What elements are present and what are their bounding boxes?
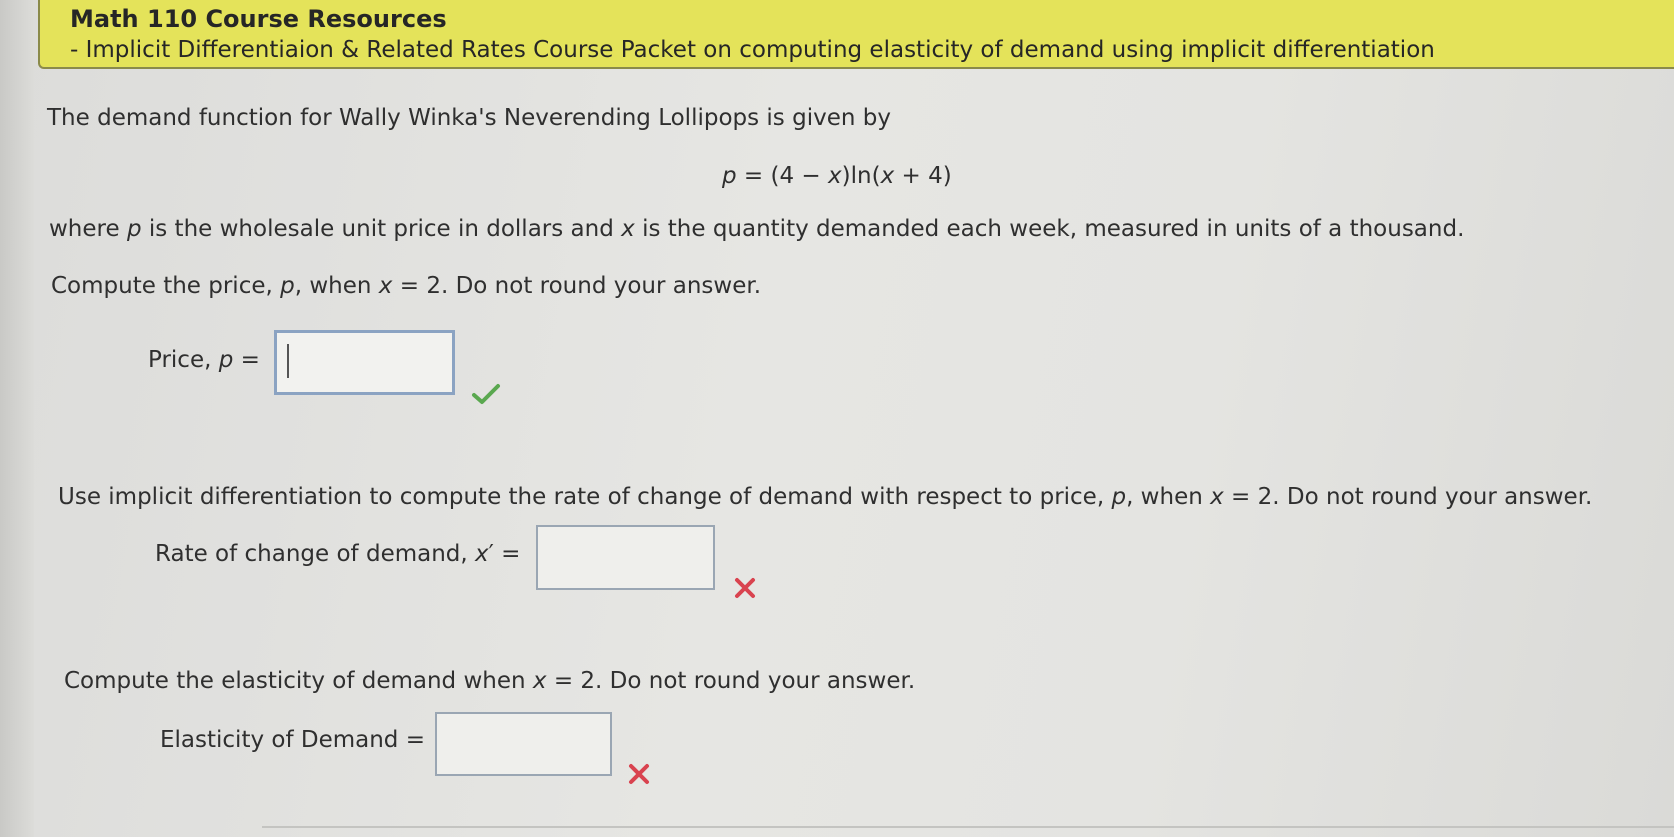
formula-var-p: p <box>722 163 737 189</box>
price-answer-input[interactable] <box>274 330 455 395</box>
text-fragment: = 2. Do not round your answer. <box>392 273 762 299</box>
var-x: x <box>621 216 635 242</box>
x-mark-icon <box>735 578 755 598</box>
text-fragment: Rate of change of demand, <box>155 541 476 567</box>
var-p: p <box>280 273 295 299</box>
price-label: Price, p = <box>148 347 260 373</box>
text-fragment: = 2. Do not round your answer. <box>546 668 916 694</box>
check-icon <box>472 384 500 404</box>
course-title: Math 110 Course Resources <box>70 5 447 33</box>
page-edge <box>0 0 34 837</box>
text-fragment: is the wholesale unit price in dollars a… <box>141 216 622 242</box>
course-header-banner: Math 110 Course Resources - Implicit Dif… <box>38 0 1674 69</box>
divider <box>262 826 1674 828</box>
formula-part: = (4 − <box>736 163 829 189</box>
elasticity-label: Elasticity of Demand = <box>160 727 425 753</box>
text-fragment: , when <box>294 273 379 299</box>
problem-intro: The demand function for Wally Winka's Ne… <box>47 105 891 131</box>
var-p: p <box>218 347 234 373</box>
var-x: x <box>532 668 547 694</box>
formula-var-x: x <box>880 163 895 189</box>
demand-formula: p = (4 − x)ln(x + 4) <box>722 163 952 189</box>
text-fragment: where <box>49 216 127 242</box>
text-fragment: is the quantity demanded each week, meas… <box>634 216 1465 242</box>
part2-question: Use implicit differentiation to compute … <box>58 484 1592 510</box>
var-p: p <box>126 216 142 242</box>
var-p: p <box>1111 484 1127 510</box>
text-fragment: Compute the elasticity of demand when <box>64 668 533 694</box>
var-x: x <box>475 541 489 567</box>
text-fragment: = 2. Do not round your answer. <box>1223 484 1593 510</box>
var-x: x <box>1210 484 1224 510</box>
formula-part: + 4) <box>894 163 952 189</box>
rate-of-change-label: Rate of change of demand, x′ = <box>155 541 520 567</box>
part1-question: Compute the price, p, when x = 2. Do not… <box>51 273 761 299</box>
x-mark-icon <box>629 764 649 784</box>
text-fragment: , when <box>1126 484 1211 510</box>
text-fragment: ′ = <box>488 541 521 567</box>
text-fragment: Price, <box>148 347 219 373</box>
text-fragment: Use implicit differentiation to compute … <box>58 484 1112 510</box>
text-fragment: = <box>233 347 260 373</box>
variable-definitions: where p is the wholesale unit price in d… <box>49 216 1464 242</box>
var-x: x <box>378 273 393 299</box>
text-fragment: Compute the price, <box>51 273 281 299</box>
formula-part: )ln( <box>841 163 881 189</box>
rate-of-change-answer-input[interactable] <box>536 525 715 590</box>
elasticity-answer-input[interactable] <box>435 712 612 776</box>
course-subtitle: - Implicit Differentiaion & Related Rate… <box>70 37 1435 63</box>
text-cursor <box>287 344 289 378</box>
part3-question: Compute the elasticity of demand when x … <box>64 668 915 694</box>
formula-var-x: x <box>828 163 842 189</box>
